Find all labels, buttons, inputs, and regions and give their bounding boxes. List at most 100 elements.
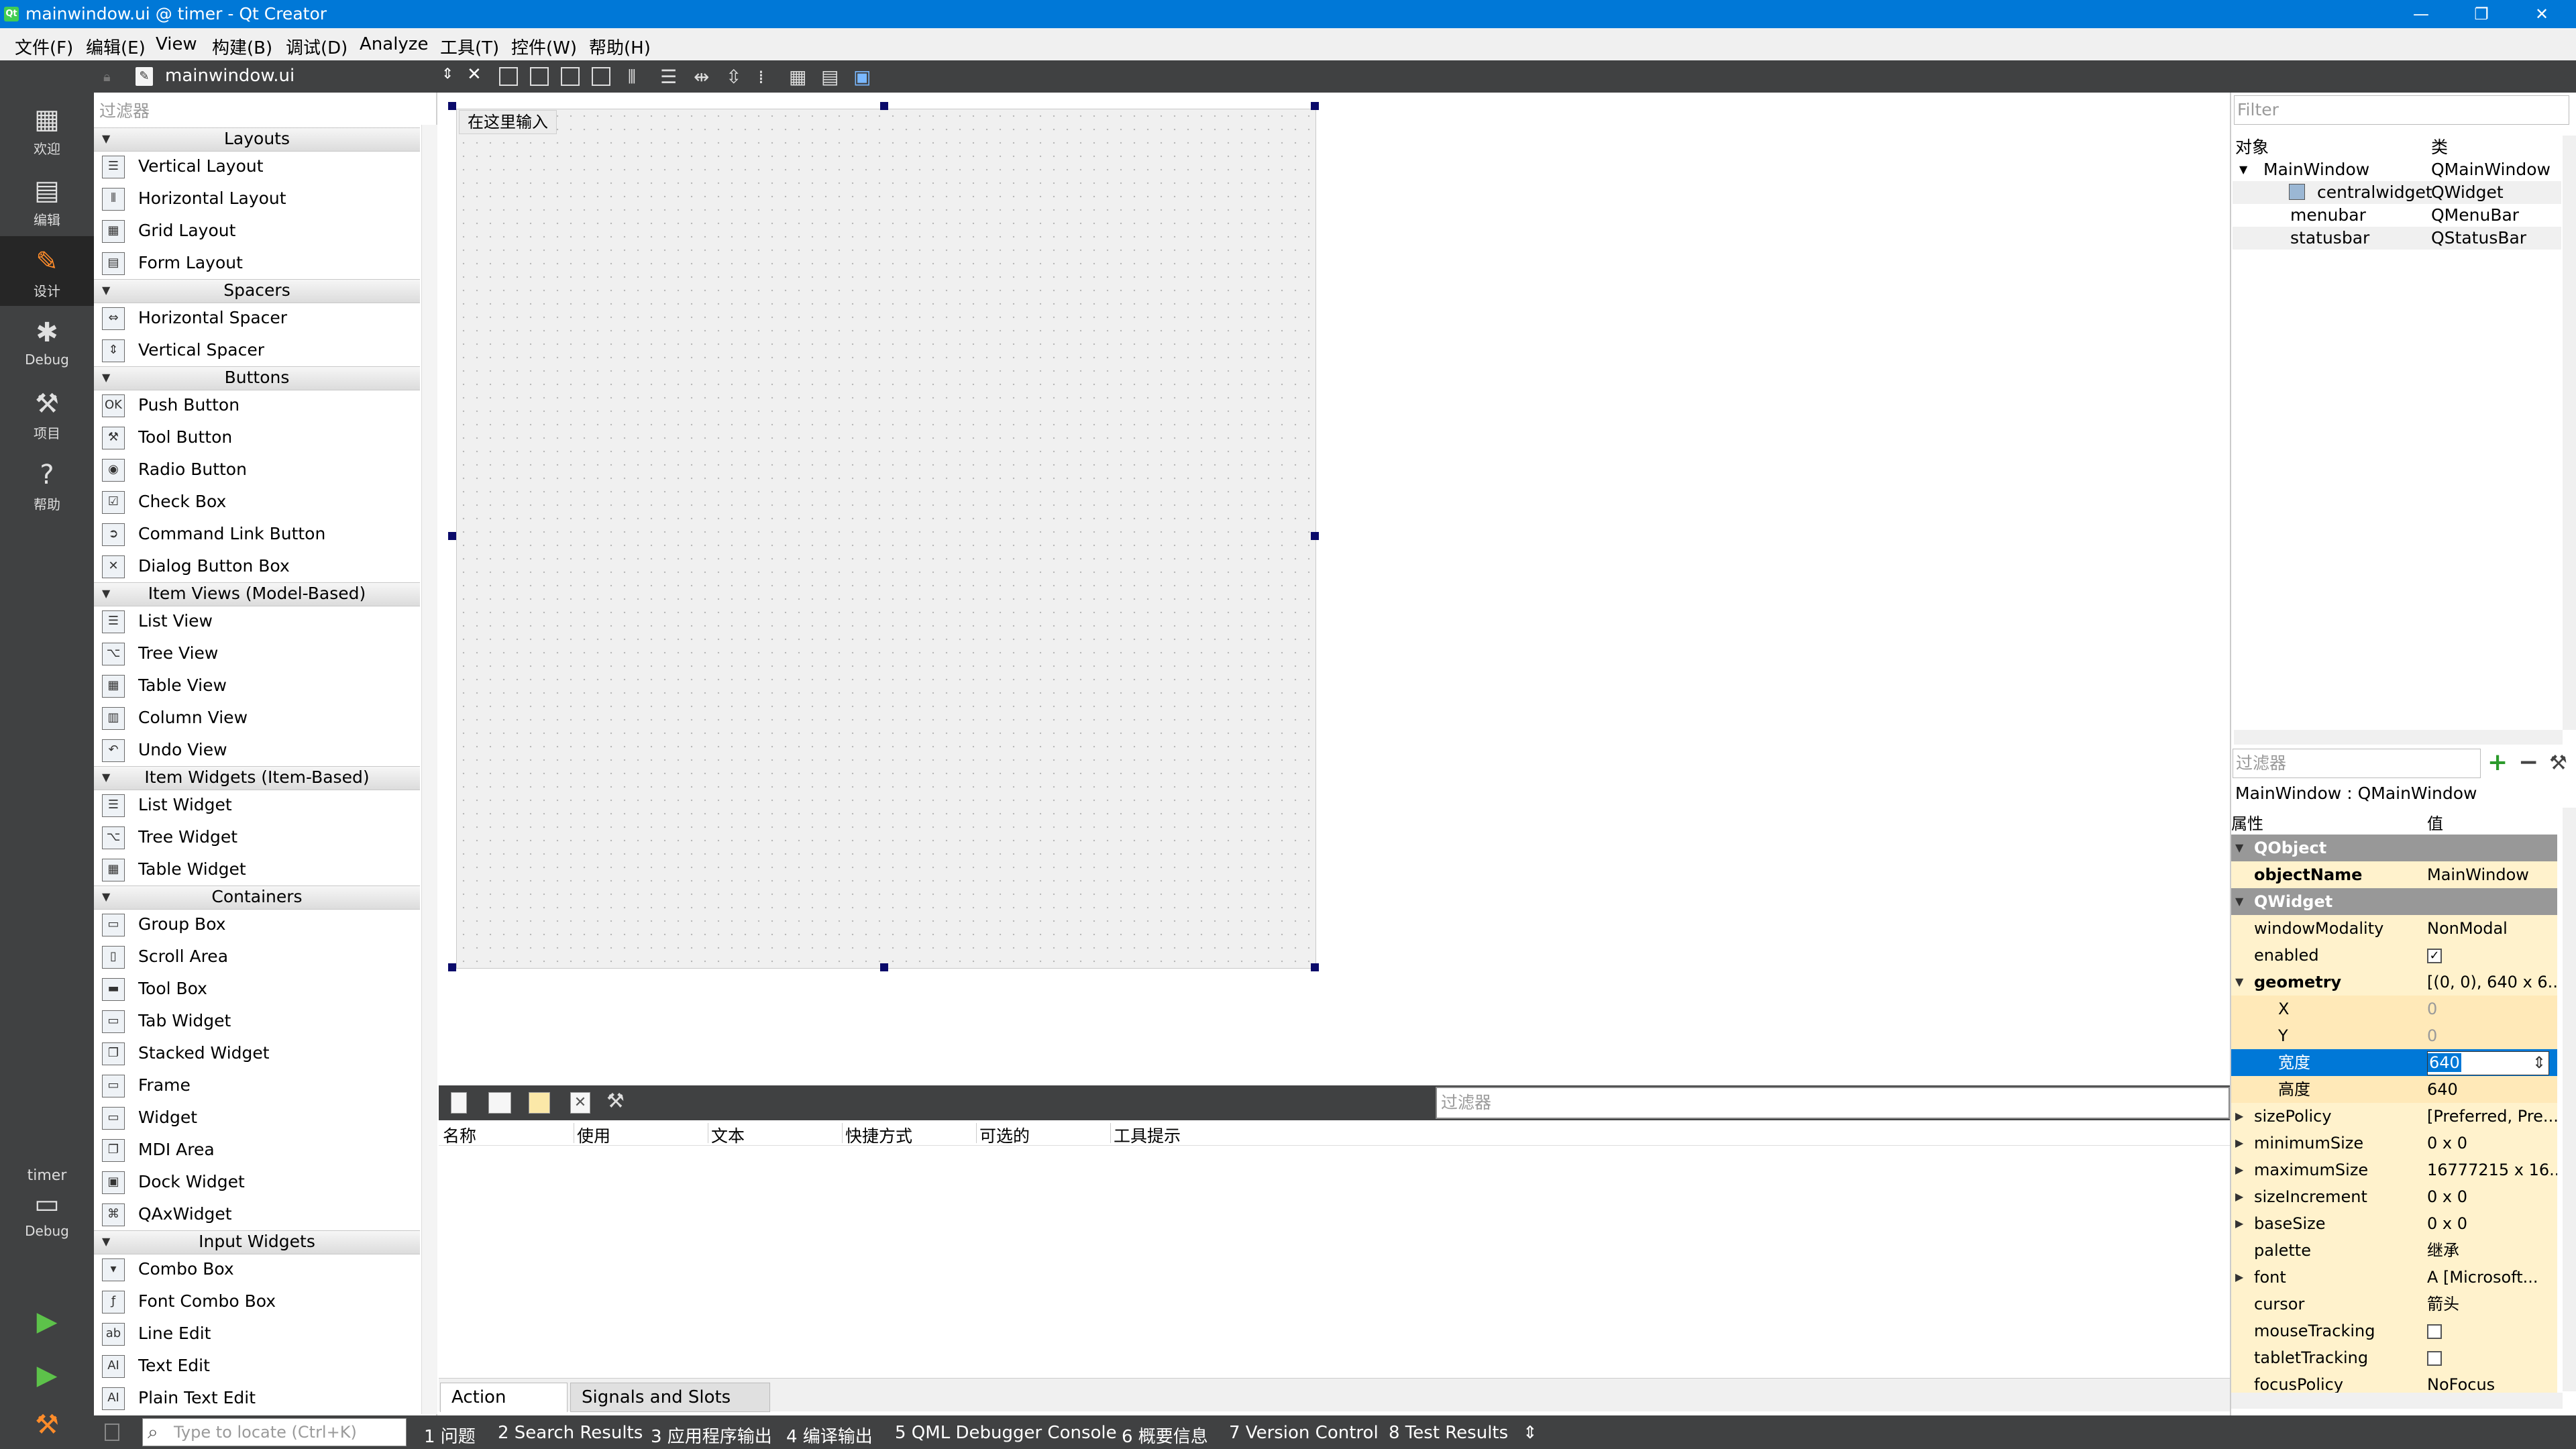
widget-category[interactable]: ▼ Item Widgets (Item-Based): [94, 766, 420, 790]
property-row[interactable]: ▼ QWidget: [2231, 888, 2557, 916]
property-row[interactable]: mouseTracking: [2231, 1318, 2557, 1345]
widget-item[interactable]: ⇕ Vertical Spacer: [94, 334, 420, 366]
property-row[interactable]: Y0: [2231, 1022, 2557, 1050]
column-header[interactable]: 属性: [2231, 810, 2263, 834]
widget-item[interactable]: ab Line Edit: [94, 1318, 420, 1350]
widget-item[interactable]: ◉ Radio Button: [94, 453, 420, 486]
expand-arrow-icon[interactable]: ▼: [102, 767, 110, 788]
edit-tab-order-icon[interactable]: [592, 67, 610, 86]
expand-arrow-icon[interactable]: ▼: [102, 128, 110, 150]
checkbox-mark[interactable]: ✓: [2427, 949, 2442, 963]
open-file-name[interactable]: mainwindow.ui: [165, 66, 294, 86]
expand-arrow-icon[interactable]: ▼: [102, 886, 110, 908]
expand-arrow-icon[interactable]: ▼: [102, 583, 110, 604]
widget-item[interactable]: ▤ Form Layout: [94, 247, 420, 279]
run-button[interactable]: ▶: [0, 1295, 94, 1348]
object-filter-input[interactable]: Filter: [2234, 95, 2569, 125]
minimize-button[interactable]: —: [2391, 0, 2451, 28]
widget-item[interactable]: ▯ Scroll Area: [94, 941, 420, 973]
output-pane-button[interactable]: 7 Version Control: [1229, 1423, 1379, 1443]
property-row[interactable]: 高度 640: [2231, 1076, 2557, 1104]
property-value[interactable]: MainWindow: [2427, 861, 2557, 888]
resize-handle-b[interactable]: [880, 963, 888, 971]
property-row[interactable]: cursor 箭头: [2231, 1291, 2557, 1318]
widget-item[interactable]: ▭ Tab Widget: [94, 1005, 420, 1037]
resize-handle-bl[interactable]: [448, 963, 456, 971]
widget-category[interactable]: ▼ Input Widgets: [94, 1230, 420, 1254]
form-menu-placeholder[interactable]: 在这里输入: [459, 110, 557, 134]
property-row[interactable]: ▶ minimumSize 0 x 0: [2231, 1130, 2557, 1157]
widget-item[interactable]: ☰ List Widget: [94, 789, 420, 821]
mode-welcome[interactable]: ▦ 欢迎: [0, 94, 94, 164]
property-checkbox[interactable]: ✓: [2427, 942, 2557, 969]
expand-arrow-icon[interactable]: ▼: [102, 1231, 110, 1252]
property-value[interactable]: 0 x 0: [2427, 1210, 2557, 1237]
layout-split-v-icon[interactable]: ⇳: [726, 66, 741, 88]
widget-item[interactable]: ⌘ QAxWidget: [94, 1198, 420, 1230]
expand-arrow-icon[interactable]: ▼: [102, 367, 110, 388]
resize-handle-br[interactable]: [1311, 963, 1319, 971]
object-h-scrollbar[interactable]: [2234, 730, 2563, 745]
widget-item[interactable]: ▬ Tool Box: [94, 973, 420, 1005]
widget-item[interactable]: ▥ Column View: [94, 702, 420, 734]
property-row[interactable]: ▶ font A [Microsoft...: [2231, 1264, 2557, 1291]
column-header[interactable]: 值: [2427, 810, 2443, 834]
paste-action-icon[interactable]: [529, 1092, 550, 1114]
column-header[interactable]: 对象: [2235, 136, 2269, 160]
expand-arrow-icon[interactable]: ▶: [2235, 1210, 2243, 1237]
property-row[interactable]: enabled ✓: [2231, 942, 2557, 969]
widget-item[interactable]: ƒ Font Combo Box: [94, 1285, 420, 1318]
widget-item[interactable]: ▦ Grid Layout: [94, 215, 420, 247]
spinbox-value[interactable]: 640: [2428, 1053, 2461, 1072]
resize-handle-r[interactable]: [1311, 532, 1319, 540]
column-header[interactable]: 类: [2431, 136, 2448, 160]
column-header[interactable]: 工具提示: [1114, 1123, 1245, 1146]
property-value[interactable]: 继承: [2427, 1237, 2557, 1264]
property-value[interactable]: 16777215 x 16...: [2427, 1157, 2557, 1183]
widget-item[interactable]: ⫴ Horizontal Layout: [94, 182, 420, 215]
property-row[interactable]: ▶ baseSize 0 x 0: [2231, 1210, 2557, 1238]
widget-category[interactable]: ▼ Containers: [94, 885, 420, 910]
edit-widgets-icon[interactable]: [499, 67, 518, 86]
expand-arrow-icon[interactable]: ▼: [2235, 888, 2243, 915]
output-pane-button[interactable]: 6 概要信息: [1122, 1423, 1208, 1448]
widget-item[interactable]: ⚒ Tool Button: [94, 421, 420, 453]
toggle-sidebar-icon[interactable]: [105, 1424, 119, 1441]
close-button[interactable]: ✕: [2512, 0, 2572, 28]
column-header[interactable]: 文本: [711, 1123, 843, 1146]
configure-icon[interactable]: ⚒: [606, 1089, 625, 1113]
widget-item[interactable]: ⌥ Tree Widget: [94, 821, 420, 853]
build-button[interactable]: ⚒: [0, 1402, 94, 1449]
widget-category[interactable]: ▼ Item Views (Model-Based): [94, 582, 420, 606]
property-value[interactable]: NonModal: [2427, 915, 2557, 942]
widget-item[interactable]: ▭ Frame: [94, 1069, 420, 1102]
debug-run-button[interactable]: ▶: [0, 1348, 94, 1402]
widget-item[interactable]: OK Push Button: [94, 389, 420, 421]
property-row[interactable]: ▶ maximumSize 16777215 x 16...: [2231, 1157, 2557, 1184]
object-row[interactable]: ▼ MainWindow QMainWindow: [2233, 158, 2561, 181]
property-value[interactable]: 0: [2427, 1022, 2557, 1049]
expand-arrow-icon[interactable]: ▼: [102, 280, 110, 301]
menu-build[interactable]: 构建(B): [212, 34, 272, 59]
output-pane-button[interactable]: 1 问题: [424, 1423, 476, 1448]
delete-action-icon[interactable]: ✕: [570, 1092, 590, 1114]
widget-filter-input[interactable]: 过滤器: [99, 98, 424, 125]
locator-input[interactable]: Type to locate (Ctrl+K): [142, 1418, 407, 1446]
property-value[interactable]: A [Microsoft...: [2427, 1264, 2557, 1291]
property-row[interactable]: palette 继承: [2231, 1237, 2557, 1265]
property-row[interactable]: 宽度 640 ⇕: [2231, 1049, 2557, 1077]
property-h-scrollbar[interactable]: [2231, 1393, 2563, 1409]
widget-item[interactable]: ⌥ Tree View: [94, 637, 420, 669]
column-header[interactable]: 快捷方式: [845, 1123, 977, 1146]
property-value[interactable]: [(0, 0), 640 x 6...: [2427, 969, 2557, 996]
menu-analyze[interactable]: Analyze: [360, 34, 428, 54]
layout-horizontal-icon[interactable]: ⫴: [628, 66, 636, 89]
add-dynamic-property-icon[interactable]: +: [2487, 749, 2508, 776]
mode-design[interactable]: ✎ 设计: [0, 236, 94, 306]
property-row[interactable]: windowModality NonModal: [2231, 915, 2557, 943]
expand-arrow-icon[interactable]: ▶: [2235, 1130, 2243, 1157]
mode-debug[interactable]: ✱ Debug: [0, 307, 94, 377]
object-row[interactable]: menubar QMenuBar: [2233, 204, 2561, 227]
layout-form-icon[interactable]: ⁞: [758, 66, 764, 88]
maximize-button[interactable]: ❐: [2451, 0, 2512, 28]
